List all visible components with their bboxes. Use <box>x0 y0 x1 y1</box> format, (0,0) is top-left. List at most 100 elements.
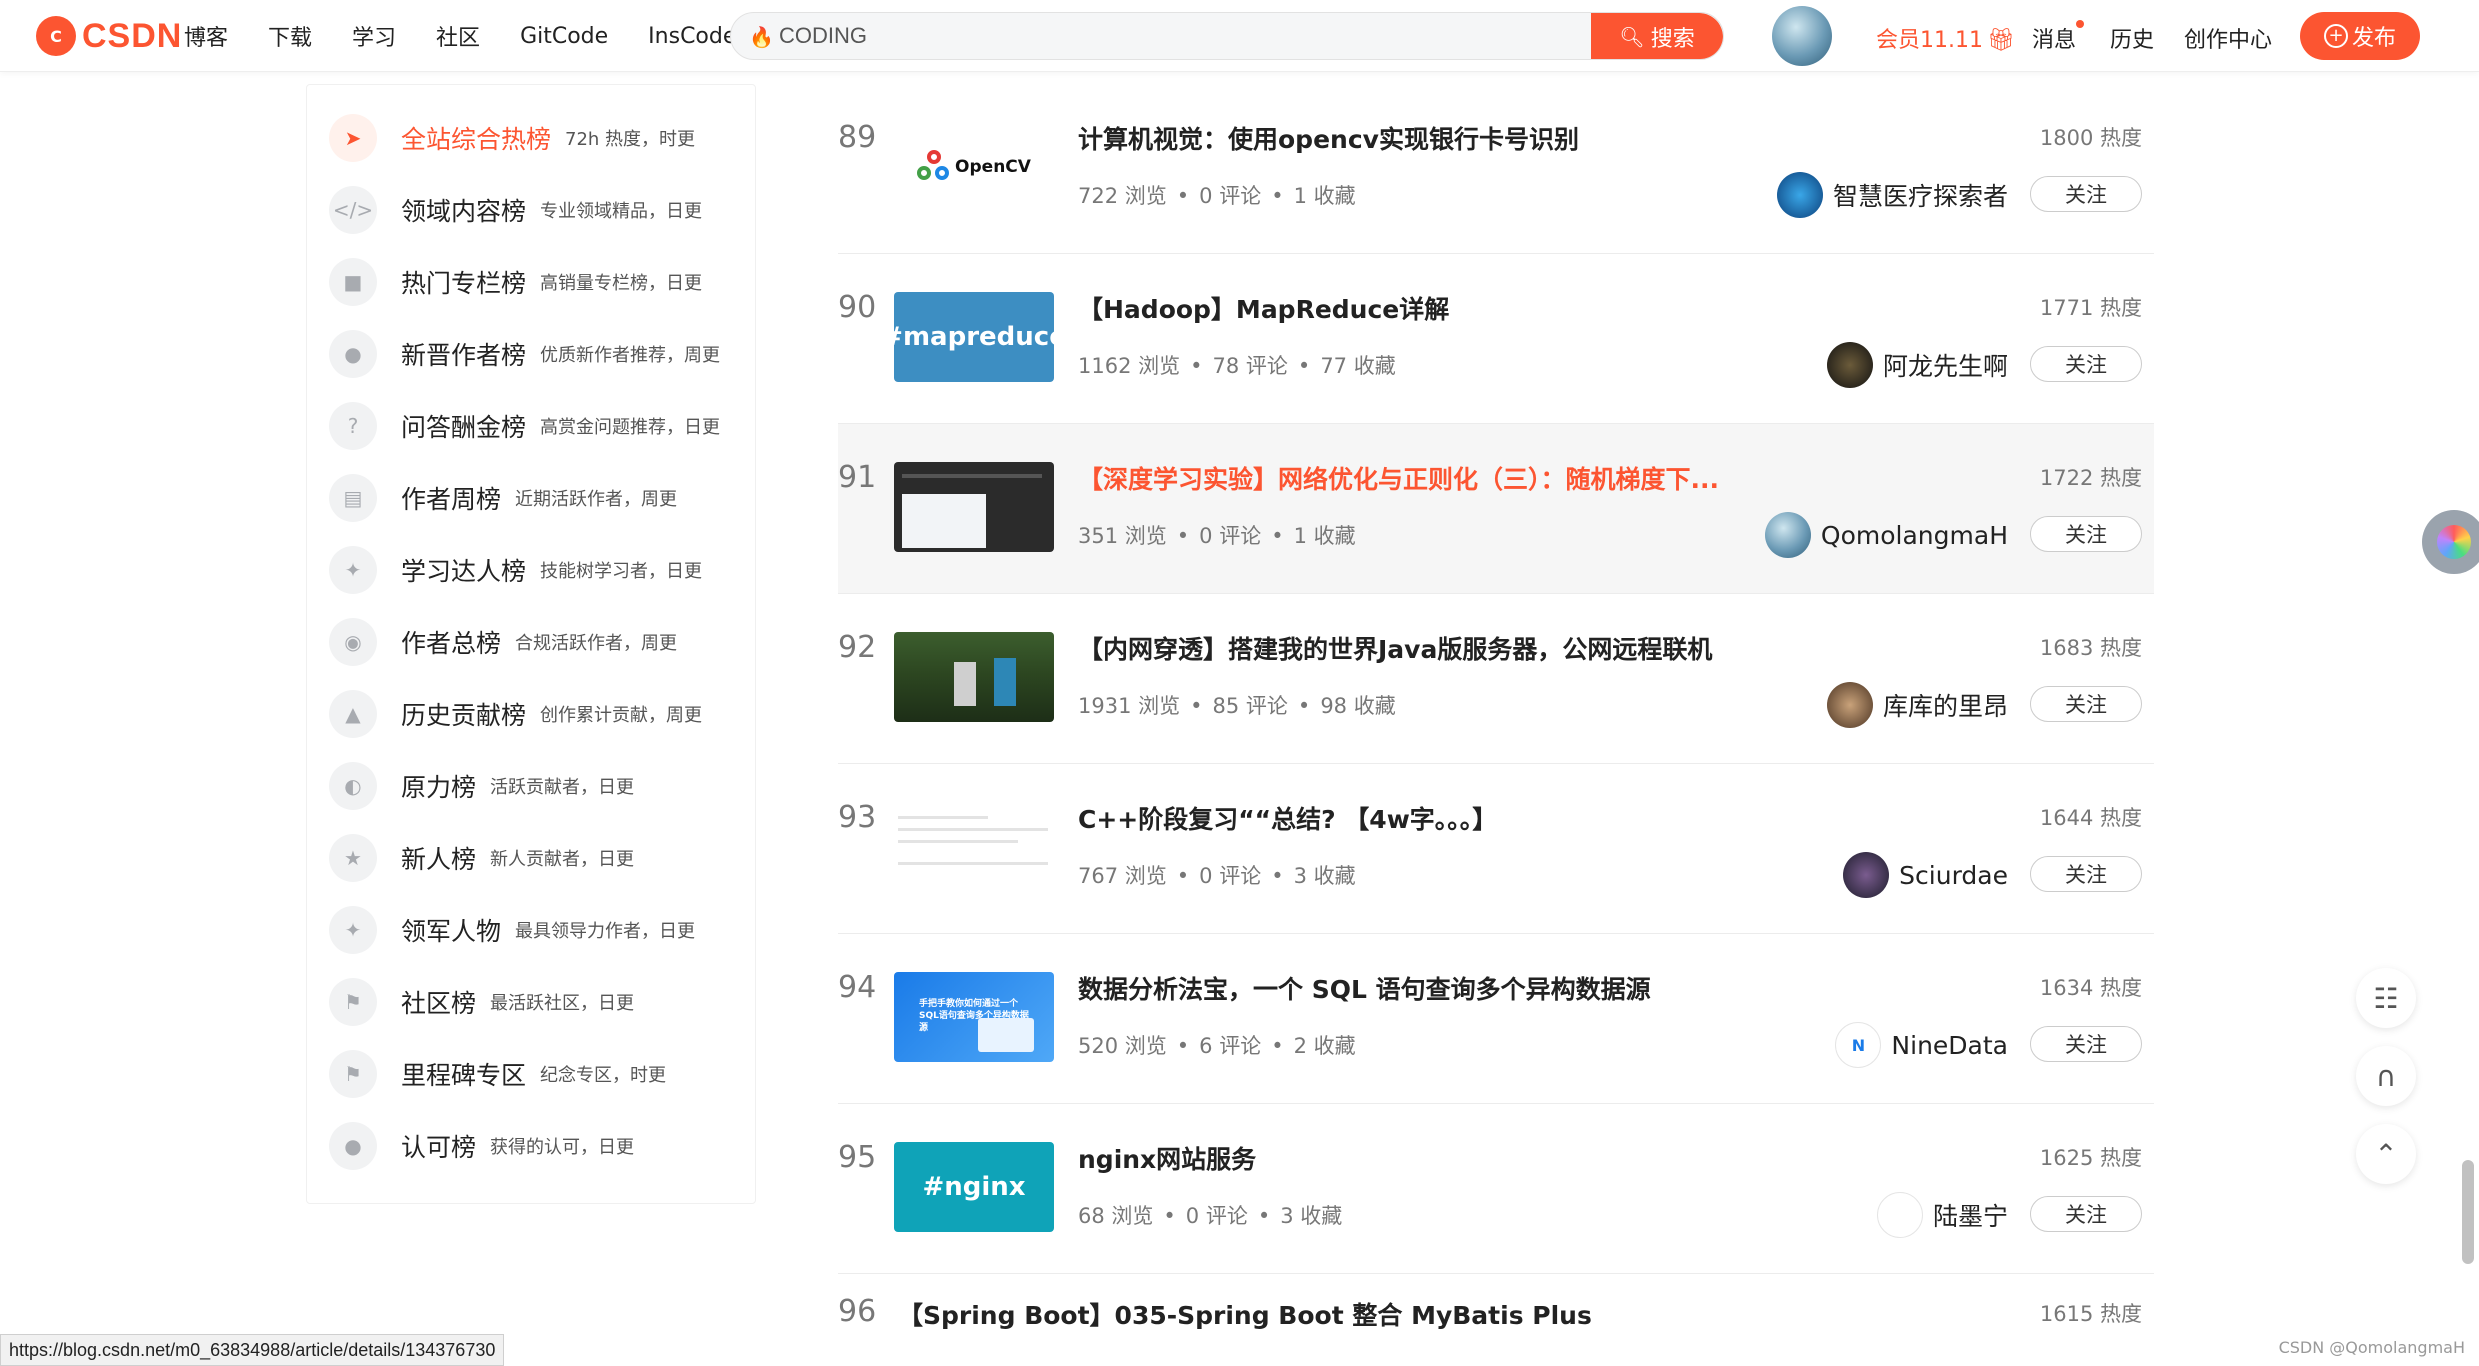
follow-button[interactable]: 关注 <box>2030 516 2142 552</box>
search-button[interactable]: 🔍︎ 搜索 <box>1591 13 1723 59</box>
author-name[interactable]: 陆墨宁 <box>1933 1197 2008 1233</box>
view-count: 1931 浏览 <box>1078 694 1181 718</box>
article-thumbnail[interactable]: #mapreduce <box>894 292 1054 382</box>
list-item[interactable]: 91 【深度学习实验】网络优化与正则化（三）：随机梯度下... 351 浏览 • 0… <box>838 424 2154 594</box>
article-thumbnail[interactable]: #nginx <box>894 1142 1054 1232</box>
back-to-top-button[interactable]: ⌃ <box>2356 1124 2416 1184</box>
publish-button[interactable]: + 发布 <box>2300 12 2420 60</box>
sidebar-item-weekly[interactable]: ▤ 作者周榜 近期活跃作者，周更 <box>329 473 749 523</box>
author-name[interactable]: 智慧医疗探索者 <box>1833 177 2008 213</box>
sidebar-item-milestone[interactable]: ⚑ 里程碑专区 纪念专区，时更 <box>329 1049 749 1099</box>
author-name[interactable]: 阿龙先生啊 <box>1883 347 2008 383</box>
follow-button[interactable]: 关注 <box>2030 686 2142 722</box>
sidebar-item-name: 新晋作者榜 <box>401 341 527 370</box>
author-name[interactable]: QomolangmaH <box>1821 521 2008 550</box>
article-meta: 351 浏览 • 0 评论 • 1 收藏 <box>1078 524 1356 548</box>
sidebar-item-domain[interactable]: </> 领域内容榜 专业领域精品，日更 <box>329 185 749 235</box>
author-info[interactable]: 陆墨宁 <box>1876 1188 2008 1242</box>
messages-link[interactable]: 消息 <box>2032 20 2085 54</box>
sidebar-item-new-author[interactable]: ● 新晋作者榜 优质新作者推荐，周更 <box>329 329 749 379</box>
article-thumbnail[interactable] <box>894 462 1054 552</box>
sidebar-item-force[interactable]: ◐ 原力榜 活跃贡献者，日更 <box>329 761 749 811</box>
user-avatar[interactable] <box>1772 6 1832 66</box>
article-title[interactable]: 【深度学习实验】网络优化与正则化（三）：随机梯度下... <box>1078 460 1878 496</box>
author-info[interactable]: N NineData <box>1835 1018 2008 1072</box>
sidebar-item-desc: 72h 热度，时更 <box>565 129 696 150</box>
list-item[interactable]: 94 手把手教你如何通过一个SQL语句查询多个异构数据源 数据分析法宝，一个 S… <box>838 934 2154 1104</box>
article-title[interactable]: 数据分析法宝，一个 SQL 语句查询多个异构数据源 <box>1078 970 1878 1006</box>
author-name[interactable]: 库库的里昂 <box>1883 687 2008 723</box>
list-item[interactable]: 95 #nginx nginx网站服务 68 浏览 • 0 评论 • 3 收藏 1625… <box>838 1104 2154 1274</box>
author-info[interactable]: QomolangmaH <box>1764 508 2008 562</box>
customer-service-button[interactable]: ∩ <box>2356 1046 2416 1106</box>
author-avatar[interactable] <box>1826 682 1873 728</box>
csdn-logo[interactable]: C CSDN <box>36 14 182 58</box>
nav-item-community[interactable]: 社区 <box>436 20 480 52</box>
sidebar-item-history[interactable]: ▲ 历史贡献榜 创作累计贡献，周更 <box>329 689 749 739</box>
sidebar-item-qa-reward[interactable]: ? 问答酬金榜 高赏金问题推荐，日更 <box>329 401 749 451</box>
page-scrollbar[interactable] <box>2462 1160 2474 1264</box>
top-navbar: C CSDN 博客 下载 学习 社区 GitCode InsCode 🔥 🔍︎ … <box>0 0 2479 72</box>
nav-item-learn[interactable]: 学习 <box>352 20 396 52</box>
article-thumbnail[interactable]: 手把手教你如何通过一个SQL语句查询多个异构数据源 <box>894 972 1054 1062</box>
article-title[interactable]: 计算机视觉：使用opencv实现银行卡号识别 <box>1078 120 1878 156</box>
author-avatar[interactable]: N <box>1835 1022 1882 1068</box>
sidebar-item-column[interactable]: ■ 热门专栏榜 高销量专栏榜，日更 <box>329 257 749 307</box>
article-title[interactable]: nginx网站服务 <box>1078 1140 1878 1176</box>
article-meta: 722 浏览 • 0 评论 • 1 收藏 <box>1078 184 1356 208</box>
ai-assistant-button[interactable] <box>2422 510 2479 574</box>
sidebar-item-all-hot[interactable]: ➤ 全站综合热榜 72h 热度，时更 <box>329 113 749 163</box>
sidebar-item-learner[interactable]: ✦ 学习达人榜 技能树学习者，日更 <box>329 545 749 595</box>
author-info[interactable]: 库库的里昂 <box>1826 678 2008 732</box>
article-thumbnail[interactable] <box>894 802 1054 892</box>
author-name[interactable]: NineData <box>1891 1031 2008 1060</box>
nav-item-gitcode[interactable]: GitCode <box>520 24 608 49</box>
history-link[interactable]: 历史 <box>2110 22 2154 54</box>
vip-link[interactable]: 会员11.11 🎁︎ <box>1876 22 2015 54</box>
sidebar-item-name: 热门专栏榜 <box>401 269 527 298</box>
creator-center-link[interactable]: 创作中心 <box>2184 22 2272 54</box>
author-info[interactable]: 智慧医疗探索者 <box>1776 168 2008 222</box>
follow-button[interactable]: 关注 <box>2030 346 2142 382</box>
sidebar-item-desc: 优质新作者推荐，周更 <box>540 345 721 366</box>
author-avatar[interactable] <box>1776 172 1823 218</box>
follow-button[interactable]: 关注 <box>2030 856 2142 892</box>
list-item[interactable]: 90 #mapreduce 【Hadoop】MapReduce详解 1162 浏… <box>838 254 2154 424</box>
author-avatar[interactable] <box>1764 512 1811 558</box>
author-info[interactable]: 阿龙先生啊 <box>1826 338 2008 392</box>
sidebar-item-total[interactable]: ◉ 作者总榜 合规活跃作者，周更 <box>329 617 749 667</box>
author-avatar[interactable] <box>1843 852 1890 898</box>
rank-number: 95 <box>838 1140 877 1175</box>
follow-button[interactable]: 关注 <box>2030 176 2142 212</box>
list-item[interactable]: 96 【Spring Boot】035-Spring Boot 整合 MyBat… <box>838 1294 2154 1354</box>
sidebar-item-community[interactable]: ⚑ 社区榜 最活跃社区，日更 <box>329 977 749 1027</box>
view-count: 351 浏览 <box>1078 524 1167 548</box>
view-count: 68 浏览 <box>1078 1204 1154 1228</box>
author-name[interactable]: Sciurdae <box>1899 861 2008 890</box>
nav-item-download[interactable]: 下载 <box>268 20 312 52</box>
author-avatar[interactable] <box>1826 342 1873 388</box>
list-item[interactable]: 92 【内网穿透】搭建我的世界Java版服务器，公网远程联机 1931 浏览 • 8… <box>838 594 2154 764</box>
heat-score: 1634 热度 <box>2039 976 2142 1000</box>
rank-number: 90 <box>838 290 877 325</box>
follow-button[interactable]: 关注 <box>2030 1026 2142 1062</box>
qrcode-button[interactable]: ☷ <box>2356 968 2416 1028</box>
follow-button[interactable]: 关注 <box>2030 1196 2142 1232</box>
list-item[interactable]: 93 C++阶段复习““总结? 【4w字。。。】 767 浏览 • 0 评论 • 3 收… <box>838 764 2154 934</box>
list-item[interactable]: 89 OpenCV 计算机视觉：使用opencv实现银行卡号识别 722 浏览 •… <box>838 84 2154 254</box>
article-thumbnail[interactable]: OpenCV <box>894 122 1054 212</box>
article-title[interactable]: C++阶段复习““总结? 【4w字。。。】 <box>1078 800 1878 836</box>
publish-label: 发布 <box>2351 26 2396 51</box>
sidebar-item-newbie[interactable]: ★ 新人榜 新人贡献者，日更 <box>329 833 749 883</box>
article-thumbnail[interactable] <box>894 632 1054 722</box>
article-title[interactable]: 【内网穿透】搭建我的世界Java版服务器，公网远程联机 <box>1078 630 1878 666</box>
search-input[interactable] <box>777 13 1597 59</box>
article-title[interactable]: 【Spring Boot】035-Spring Boot 整合 MyBatis … <box>898 1296 1592 1332</box>
nav-item-inscode[interactable]: InsCode <box>648 24 736 49</box>
nav-item-blog[interactable]: 博客 <box>184 20 228 52</box>
article-title[interactable]: 【Hadoop】MapReduce详解 <box>1078 290 1878 326</box>
author-avatar[interactable] <box>1876 1192 1923 1238</box>
sidebar-item-leader[interactable]: ✦ 领军人物 最具领导力作者，日更 <box>329 905 749 955</box>
author-info[interactable]: Sciurdae <box>1843 848 2008 902</box>
sidebar-item-approve[interactable]: ● 认可榜 获得的认可，日更 <box>329 1121 749 1171</box>
